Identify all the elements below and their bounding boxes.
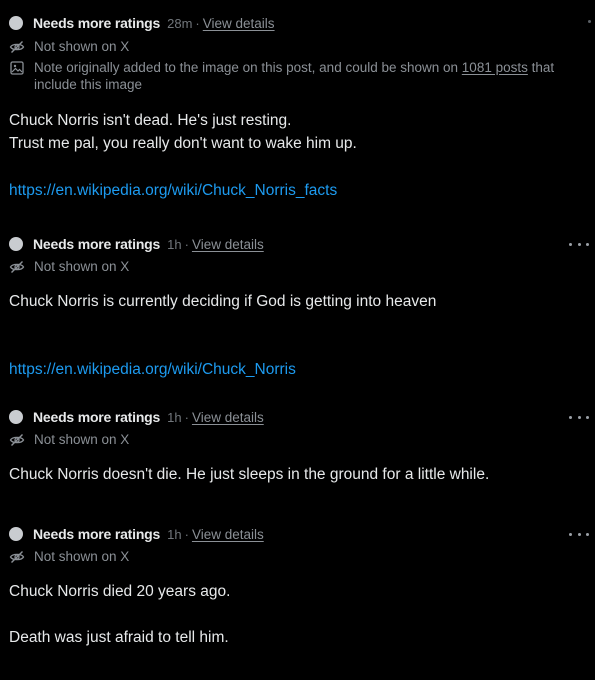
meta-separator: · bbox=[195, 15, 200, 31]
more-icon-dot bbox=[577, 415, 581, 419]
note-text-line: Chuck Norris isn't dead. He's just resti… bbox=[9, 112, 292, 129]
meta-separator: · bbox=[184, 236, 189, 252]
visibility-text: Not shown on X bbox=[34, 432, 130, 447]
more-icon-dot bbox=[586, 532, 589, 536]
note-status: Needs more ratings bbox=[33, 15, 161, 31]
meta-separator: · bbox=[184, 409, 189, 425]
note-time: 1h bbox=[167, 526, 182, 542]
visibility-row: Not shown on X bbox=[9, 431, 579, 448]
visibility-row: Not shown on X bbox=[9, 548, 579, 565]
eye-slash-icon bbox=[9, 434, 25, 446]
image-note-prefix: Note originally added to the image on th… bbox=[34, 60, 459, 75]
scroll-indicator bbox=[588, 20, 591, 23]
note-status: Needs more ratings bbox=[33, 236, 161, 252]
view-details-link[interactable]: View details bbox=[192, 410, 264, 425]
visibility-text: Not shown on X bbox=[34, 549, 130, 564]
note-time: 1h bbox=[167, 236, 182, 252]
image-note-row: Note originally added to the image on th… bbox=[9, 59, 579, 93]
more-icon bbox=[569, 532, 572, 536]
note-status: Needs more ratings bbox=[33, 409, 161, 425]
visibility-text: Not shown on X bbox=[34, 39, 130, 54]
more-icon-dot bbox=[577, 532, 581, 536]
note-text-line: Trust me pal, you really don't want to w… bbox=[9, 135, 357, 152]
visibility-row: Not shown on X bbox=[9, 258, 579, 275]
note-status-row: Needs more ratings 1h · View details bbox=[9, 234, 264, 254]
more-icon bbox=[569, 242, 572, 246]
status-dot-icon bbox=[9, 237, 23, 251]
view-details-link[interactable]: View details bbox=[192, 237, 264, 252]
status-dot-icon bbox=[9, 16, 23, 30]
more-options-button[interactable] bbox=[569, 237, 589, 251]
note-text-line: Chuck Norris is currently deciding if Go… bbox=[9, 293, 437, 310]
more-icon-dot bbox=[586, 415, 589, 419]
note-time: 28m bbox=[167, 15, 193, 31]
view-details-link[interactable]: View details bbox=[203, 16, 275, 31]
note-source-link[interactable]: https://en.wikipedia.org/wiki/Chuck_Norr… bbox=[9, 179, 337, 202]
note-time: 1h bbox=[167, 409, 182, 425]
visibility-row: Not shown on X bbox=[9, 38, 579, 55]
view-details-link[interactable]: View details bbox=[192, 527, 264, 542]
status-dot-icon bbox=[9, 410, 23, 424]
note-text-line: Death was just afraid to tell him. bbox=[9, 629, 229, 646]
visibility-text: Not shown on X bbox=[34, 259, 130, 274]
posts-count-link[interactable]: 1081 posts bbox=[462, 60, 528, 75]
meta-separator: · bbox=[184, 526, 189, 542]
eye-slash-icon bbox=[9, 261, 25, 273]
status-dot-icon bbox=[9, 527, 23, 541]
more-icon-dot bbox=[577, 242, 581, 246]
note-status-row: Needs more ratings 1h · View details bbox=[9, 407, 264, 427]
note-status: Needs more ratings bbox=[33, 526, 161, 542]
image-note-text: Note originally added to the image on th… bbox=[34, 59, 579, 93]
more-icon-dot bbox=[586, 242, 589, 246]
note-text-line: Chuck Norris doesn't die. He just sleeps… bbox=[9, 466, 490, 483]
note-text-line: Chuck Norris died 20 years ago. bbox=[9, 583, 231, 600]
note-status-row: Needs more ratings 28m · View details bbox=[9, 13, 275, 33]
note-status-row: Needs more ratings 1h · View details bbox=[9, 524, 264, 544]
note-source-link[interactable]: https://en.wikipedia.org/wiki/Chuck_Norr… bbox=[9, 358, 296, 381]
more-options-button[interactable] bbox=[569, 527, 589, 541]
more-options-button[interactable] bbox=[569, 410, 589, 424]
eye-slash-icon bbox=[9, 551, 25, 563]
more-icon bbox=[569, 415, 572, 419]
image-icon bbox=[10, 61, 24, 75]
eye-slash-icon bbox=[9, 41, 25, 53]
